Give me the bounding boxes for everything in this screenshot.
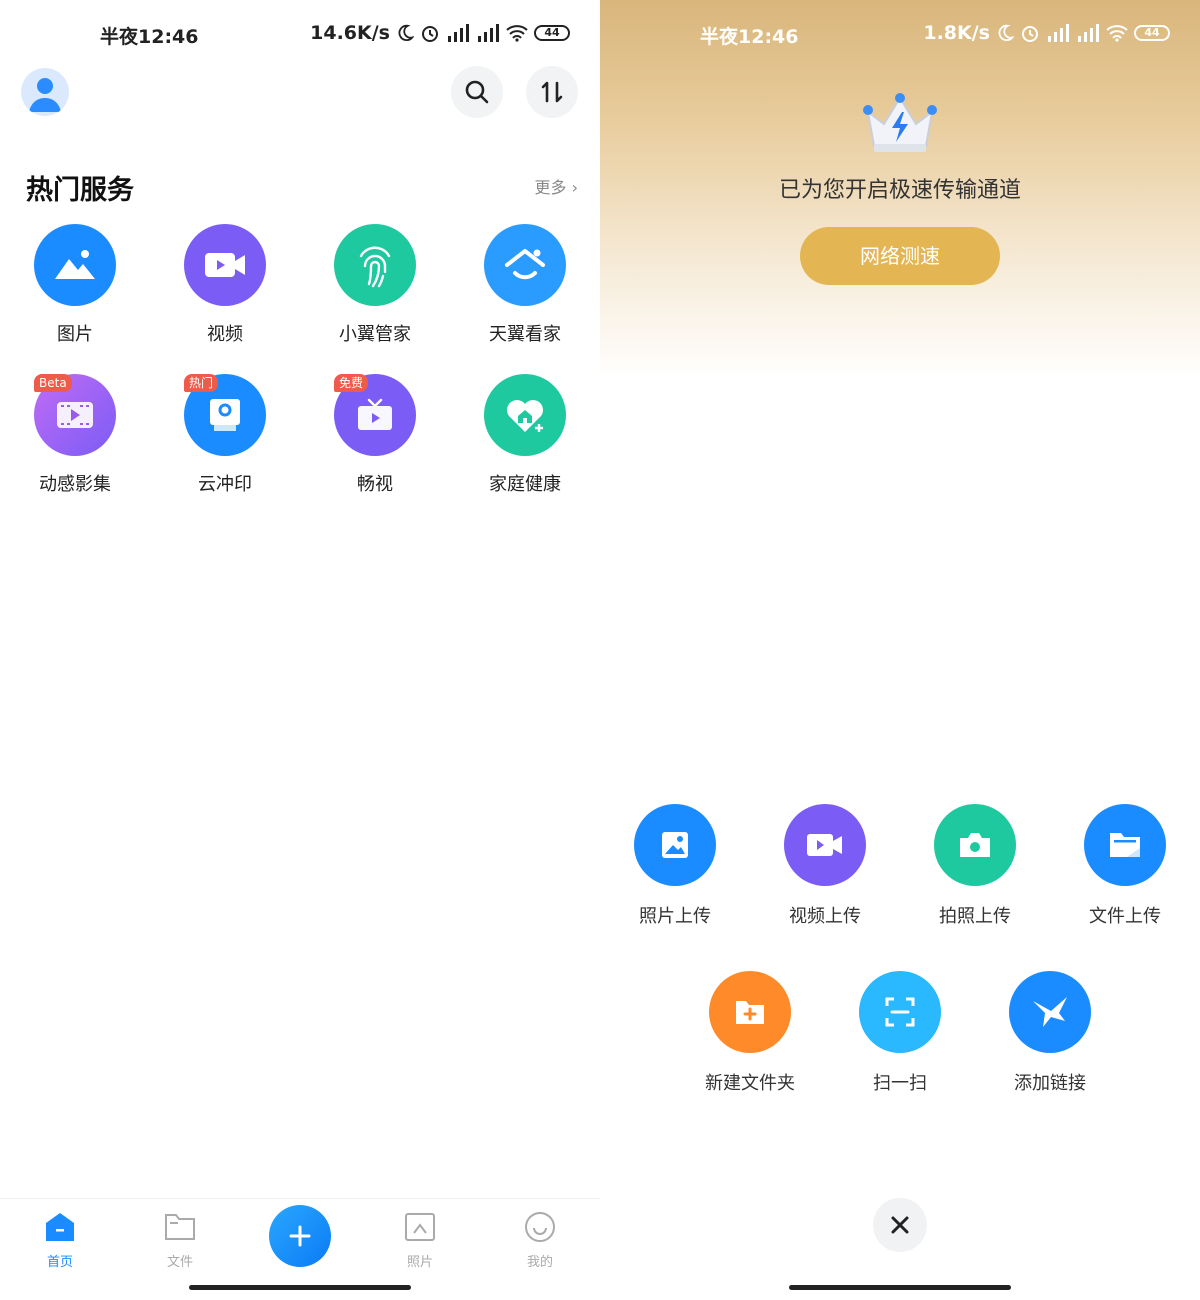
action-label: 扫一扫 [873,1073,927,1094]
plus-icon [289,1225,311,1247]
action-label: 新建文件夹 [705,1073,795,1094]
service-label: 云冲印 [198,474,252,495]
alarm-icon [1022,26,1038,42]
tab-label: 文件 [166,1255,193,1270]
network-speed-test-button[interactable]: 网络测速 [800,227,1000,285]
status-icons: 1.8K/s 44 [923,22,1170,44]
film-icon: Beta [34,374,116,456]
service-label: 家庭健康 [489,474,561,495]
user-avatar-icon[interactable] [21,68,69,116]
speed-channel-text: 已为您开启极速传输通道 [778,178,1021,203]
tab-label: 首页 [46,1255,73,1270]
service-label: 天翼看家 [489,324,561,345]
fingerprint-icon [334,224,416,306]
service-xiaoyi-manager[interactable]: 小翼管家 [315,224,435,346]
action-label: 文件上传 [1089,906,1161,927]
service-dynamic-album[interactable]: Beta 动感影集 [15,374,135,496]
action-label: 视频上传 [789,906,861,927]
service-changshi[interactable]: 免费 畅视 [315,374,435,496]
transfer-button[interactable] [526,66,578,118]
video-upload-action[interactable]: 视频上传 [760,804,890,928]
video-upload-icon [784,804,866,886]
file-upload-action[interactable]: 文件上传 [1060,804,1190,928]
file-upload-icon [1084,804,1166,886]
home-screen: 半夜12:46 14.6K/s 44 热门服务 更多 › 图片 视频 小翼管家 … [0,0,600,1300]
wifi-icon [506,25,528,42]
heart-house-icon [484,374,566,456]
scan-icon [859,971,941,1053]
photo-upload-icon [634,804,716,886]
smile-icon [525,1212,555,1242]
wifi-icon [1106,25,1128,42]
battery-icon: 44 [1134,25,1170,41]
more-link[interactable]: 更多 › [535,174,579,198]
section-title: 热门服务 [26,175,134,206]
beta-badge: Beta [34,374,72,392]
camera-upload-action[interactable]: 拍照上传 [910,804,1040,928]
tab-label: 照片 [406,1255,433,1270]
service-videos[interactable]: 视频 [165,224,285,346]
folder-icon [165,1214,195,1240]
status-bar: 半夜12:46 1.8K/s 44 [600,18,1200,52]
alarm-icon [422,26,438,42]
net-speed: 14.6K/s [310,22,390,44]
tv-icon: 免费 [334,374,416,456]
service-images[interactable]: 图片 [15,224,135,346]
moon-icon [398,24,414,42]
signal-icon [1048,24,1069,42]
home-icon [46,1213,74,1241]
camera-icon [934,804,1016,886]
moon-icon [998,24,1014,42]
action-label: 照片上传 [639,906,711,927]
plus-button[interactable] [269,1205,331,1267]
signal-icon [478,24,499,42]
signal-icon [448,24,469,42]
photo-upload-action[interactable]: 照片上传 [610,804,740,928]
close-icon [891,1216,909,1234]
hot-badge: 热门 [184,374,219,392]
service-label: 图片 [57,324,93,345]
status-icons: 14.6K/s 44 [310,22,570,44]
status-time: 半夜12:46 [700,26,799,48]
close-button[interactable] [873,1198,927,1252]
service-label: 小翼管家 [339,324,411,345]
home-watch-icon [484,224,566,306]
home-indicator [189,1285,411,1290]
service-tianyi-home[interactable]: 天翼看家 [465,224,585,346]
tab-mine[interactable]: 我的 [500,1211,580,1270]
print-icon: 热门 [184,374,266,456]
service-family-health[interactable]: 家庭健康 [465,374,585,496]
photo-icon [405,1213,435,1241]
signal-icon [1078,24,1099,42]
action-label: 拍照上传 [939,906,1011,927]
new-folder-action[interactable]: 新建文件夹 [685,971,815,1095]
video-icon [184,224,266,306]
bird-link-icon [1009,971,1091,1053]
tab-label: 我的 [526,1255,553,1270]
net-speed: 1.8K/s [923,22,990,44]
image-icon [34,224,116,306]
search-button[interactable] [451,66,503,118]
home-indicator [789,1285,1011,1290]
tab-files[interactable]: 文件 [140,1211,220,1270]
free-badge: 免费 [334,374,369,392]
service-label: 动感影集 [39,474,111,495]
search-icon [465,80,489,104]
service-cloud-print[interactable]: 热门 云冲印 [165,374,285,496]
upload-screen: 半夜12:46 1.8K/s 44 已为您开启极速传输通道 网络测速 照片上传 … [600,0,1200,1300]
service-label: 视频 [207,324,243,345]
status-bar: 半夜12:46 14.6K/s 44 [0,18,600,52]
status-time: 半夜12:46 [100,26,199,48]
tab-photos[interactable]: 照片 [380,1211,460,1270]
scan-action[interactable]: 扫一扫 [835,971,965,1095]
new-folder-icon [709,971,791,1053]
service-label: 畅视 [357,474,393,495]
tab-home[interactable]: 首页 [20,1211,100,1270]
crown-icon [863,93,937,152]
action-label: 添加链接 [1014,1073,1086,1094]
battery-icon: 44 [534,25,570,41]
add-link-action[interactable]: 添加链接 [985,971,1115,1095]
transfer-icon [541,81,563,103]
